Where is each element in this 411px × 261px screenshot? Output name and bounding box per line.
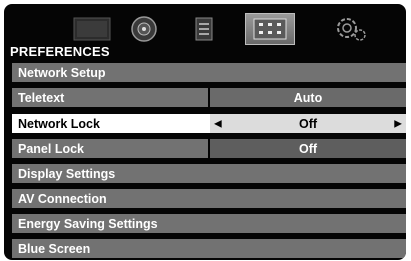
arrow-right-icon[interactable]: ▶: [394, 118, 402, 129]
picture-icon[interactable]: [68, 13, 116, 45]
menu-item-panel-lock[interactable]: Panel Lock Off: [12, 139, 406, 158]
preferences-icon[interactable]: [245, 13, 295, 45]
menu-item-label: Blue Screen: [18, 241, 91, 256]
menu-item-label: Teletext: [18, 90, 65, 105]
menu-item-av-connection[interactable]: AV Connection: [12, 189, 406, 208]
menu-item-label: AV Connection: [18, 191, 107, 206]
menu-item-value-selector[interactable]: ◀ Off ▶: [208, 114, 406, 133]
menu-title: PREFERENCES: [10, 44, 110, 59]
menu-item-value: Off: [298, 116, 318, 131]
menu-item-value: Auto: [208, 88, 406, 107]
menu-item-teletext[interactable]: Teletext Auto: [12, 88, 406, 107]
menu-item-network-setup[interactable]: Network Setup: [12, 63, 406, 82]
setup-icon[interactable]: [184, 13, 224, 45]
menu-item-label: Panel Lock: [18, 141, 84, 156]
tv-menu-panel: PREFERENCES Network Setup Teletext Auto …: [4, 4, 406, 260]
menu-item-label: Network Lock: [18, 116, 100, 131]
menu-item-label: Display Settings: [18, 166, 116, 181]
arrow-left-icon[interactable]: ◀: [214, 118, 222, 129]
sound-icon[interactable]: [124, 13, 164, 45]
menu-item-label: Energy Saving Settings: [18, 216, 158, 231]
menu-item-label: Network Setup: [18, 65, 106, 80]
menu-item-network-lock[interactable]: Network Lock ◀ Off ▶: [12, 114, 406, 133]
menu-item-blue-screen[interactable]: Blue Screen: [12, 239, 406, 258]
settings-gear-icon[interactable]: [326, 13, 376, 45]
menu-item-value: Off: [208, 139, 406, 158]
menu-item-energy-saving-settings[interactable]: Energy Saving Settings: [12, 214, 406, 233]
menu-item-display-settings[interactable]: Display Settings: [12, 164, 406, 183]
